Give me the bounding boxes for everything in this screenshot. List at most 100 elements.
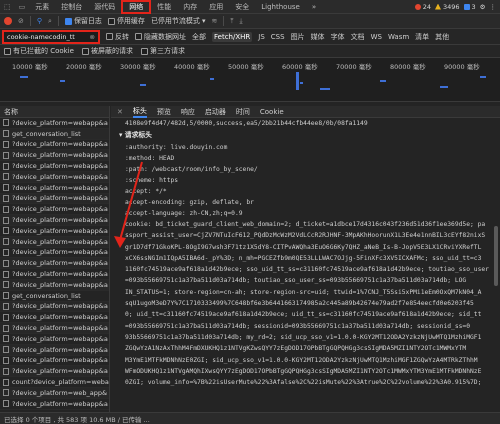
list-item[interactable]: ?device_platform=webapp&a — [0, 301, 109, 313]
request-name: ?device_platform=webapp&a — [12, 270, 108, 279]
truncated-header-value: 4108e9f4d47/482d,5/0000,success,ea5/2bb2… — [125, 120, 368, 127]
list-item[interactable]: ?device_platform=webapp&a — [0, 226, 109, 237]
wifi-icon[interactable]: ≋ — [211, 17, 217, 25]
filter-media[interactable]: 媒体 — [311, 32, 325, 42]
list-item[interactable]: ?device_platform=webapp&a — [0, 269, 109, 280]
preserve-log-checkbox[interactable]: 保留日志 — [64, 16, 102, 26]
request-headers-section[interactable]: ▾ 请求标头 — [111, 129, 500, 142]
filter-img[interactable]: 图片 — [291, 32, 305, 42]
list-item[interactable]: ?device_platform=webapp&a — [0, 140, 109, 151]
tab-memory[interactable]: 内存 — [177, 0, 203, 14]
kebab-menu-icon[interactable]: ⋮ — [490, 3, 497, 11]
hide-data-urls-checkbox[interactable]: 隐藏数据网址 — [135, 32, 186, 42]
upload-icon[interactable]: ⤒ — [230, 17, 233, 26]
cookie-line: ssport_assist_user=CjZV7NTuIcF612_PQdDzM… — [125, 232, 486, 240]
third-party-checkbox[interactable]: 第三方请求 — [140, 46, 185, 56]
tab-elements[interactable]: 元素 — [29, 0, 55, 14]
list-item[interactable]: ?device_platform=webapp&a — [0, 366, 109, 378]
issue-counters[interactable]: 24 3496 3 ⚙ ⋮ — [414, 3, 500, 11]
settings-icon[interactable]: ⚙ — [480, 3, 486, 11]
search-icon[interactable]: ⌕ — [48, 17, 52, 26]
document-icon — [3, 400, 9, 408]
list-item[interactable]: ?device_platform=webapp&a — [0, 399, 109, 410]
tab-performance[interactable]: 性能 — [151, 0, 177, 14]
list-item[interactable]: ?device_platform=webapp&a — [0, 215, 109, 226]
cookie-line: 0ZGI; volume_info=%7B%22isUserMute%22%3A… — [125, 379, 482, 387]
list-item[interactable]: ?device_platform=webapp&a — [0, 161, 109, 172]
filter-all[interactable]: 全部 — [192, 32, 206, 42]
request-name: ?device_platform=webapp&a — [12, 280, 108, 289]
checkbox-icon — [106, 33, 113, 40]
clear-icon[interactable]: ⊘ — [18, 17, 24, 25]
list-item[interactable]: ?device_platform=webapp&a — [0, 236, 109, 248]
list-item[interactable]: ?device_platform=webapp&a — [0, 334, 109, 345]
filter-wasm[interactable]: Wasm — [388, 33, 409, 41]
tab-application[interactable]: 应用 — [203, 0, 229, 14]
device-icon[interactable]: ▭ — [15, 0, 30, 14]
info-count[interactable]: 3 — [463, 3, 476, 11]
filter-css[interactable]: CSS — [271, 33, 285, 41]
network-overview[interactable]: 10000 毫秒 20000 毫秒 30000 毫秒 40000 毫秒 5000… — [0, 58, 500, 102]
warning-count[interactable]: 3496 — [434, 3, 460, 11]
list-item[interactable]: ?device_platform=webapp&a — [0, 171, 109, 183]
list-item[interactable]: ?device_platform=webapp&a — [0, 248, 109, 259]
record-icon[interactable] — [4, 17, 12, 25]
filter-icon[interactable]: ⚲ — [37, 17, 42, 25]
disable-cache-checkbox[interactable]: 停用缓存 — [107, 16, 145, 26]
tab-response[interactable]: 响应 — [181, 107, 195, 117]
request-name: ?device_platform=webapp&a — [12, 151, 108, 160]
list-item[interactable]: ?device_platform=webapp&a — [0, 204, 109, 216]
name-column-header[interactable]: 名称 — [0, 106, 109, 118]
document-icon — [3, 151, 9, 159]
tab-console[interactable]: 控制台 — [55, 0, 88, 14]
cookie-line: xCX6ssNGIm1IQpA5IBA6d-_pY%3D; n_mh=PGCEZ… — [125, 254, 482, 262]
tab-security[interactable]: 安全 — [229, 0, 255, 14]
cookie-line: M3YmE1MTFkMDNhNzE0ZGI; sid_ucp_sso_v1=1.… — [125, 356, 478, 364]
close-detail-icon[interactable]: ✕ — [117, 108, 123, 116]
list-item[interactable]: ?device_platform=webapp&a — [0, 193, 109, 205]
list-item[interactable]: ?device_platform=webapp&a — [0, 344, 109, 356]
search-input[interactable]: cookie-namecodin_tt ⊗ — [2, 29, 100, 44]
tab-sources[interactable]: 源代码 — [88, 0, 121, 14]
list-item[interactable]: ?device_platform=webapp&a — [0, 150, 109, 162]
list-item[interactable]: get_conversation_list — [0, 128, 109, 140]
tab-initiator[interactable]: 启动器 — [205, 107, 226, 117]
divider — [223, 16, 225, 26]
blocked-cookies-checkbox[interactable]: 有已拦截的 Cookie — [4, 46, 74, 56]
filter-font[interactable]: 字体 — [331, 32, 345, 42]
list-item[interactable]: ?device_platform=webapp&a — [0, 356, 109, 367]
filter-manifest[interactable]: 清单 — [415, 32, 429, 42]
clear-search-icon[interactable]: ⊗ — [90, 33, 95, 41]
detail-scrollbar[interactable] — [494, 226, 498, 286]
blocked-requests-checkbox[interactable]: 被屏蔽的请求 — [81, 46, 133, 56]
cursor-icon[interactable]: ⬚ — [0, 0, 15, 14]
list-item[interactable]: ?device_platform=webapp&a — [0, 279, 109, 291]
request-name: ?device_platform=webapp&a — [12, 237, 108, 246]
document-icon — [3, 281, 9, 289]
list-item[interactable]: get_conversation_list — [0, 291, 109, 302]
filter-fetch-xhr[interactable]: Fetch/XHR — [212, 31, 253, 42]
tab-lighthouse[interactable]: Lighthouse — [255, 0, 306, 14]
tab-cookies[interactable]: Cookie — [260, 108, 284, 116]
filter-js[interactable]: JS — [258, 33, 265, 41]
list-item[interactable]: ?device_platform=webapp&a — [0, 258, 109, 270]
filter-ws[interactable]: WS — [371, 33, 382, 41]
tab-headers[interactable]: 标头 — [132, 106, 147, 118]
list-item[interactable]: ?device_platform=webapp&a — [0, 323, 109, 334]
more-tabs-button[interactable]: » — [306, 0, 322, 14]
list-item[interactable]: ?device_platform=web_app& — [0, 387, 109, 399]
filter-other[interactable]: 其他 — [435, 32, 449, 42]
request-name: ?device_platform=webapp&a — [12, 194, 108, 203]
tab-network[interactable]: 网络 — [121, 0, 152, 14]
tab-preview[interactable]: 预览 — [157, 107, 171, 117]
list-item[interactable]: ?device_platform=webapp&a — [0, 118, 109, 129]
invert-checkbox[interactable]: 反转 — [106, 32, 129, 42]
list-item[interactable]: count?device_platform=webap — [0, 377, 109, 388]
tab-timing[interactable]: 时间 — [236, 107, 250, 117]
filter-doc[interactable]: 文档 — [351, 32, 365, 42]
list-item[interactable]: ?device_platform=webapp&a — [0, 183, 109, 194]
throttling-select[interactable]: 已停用节流模式 ▾ — [151, 16, 206, 26]
download-icon[interactable]: ⤓ — [239, 17, 242, 26]
list-item[interactable]: ?device_platform=webapp&a — [0, 312, 109, 324]
error-count[interactable]: 24 — [414, 3, 431, 11]
